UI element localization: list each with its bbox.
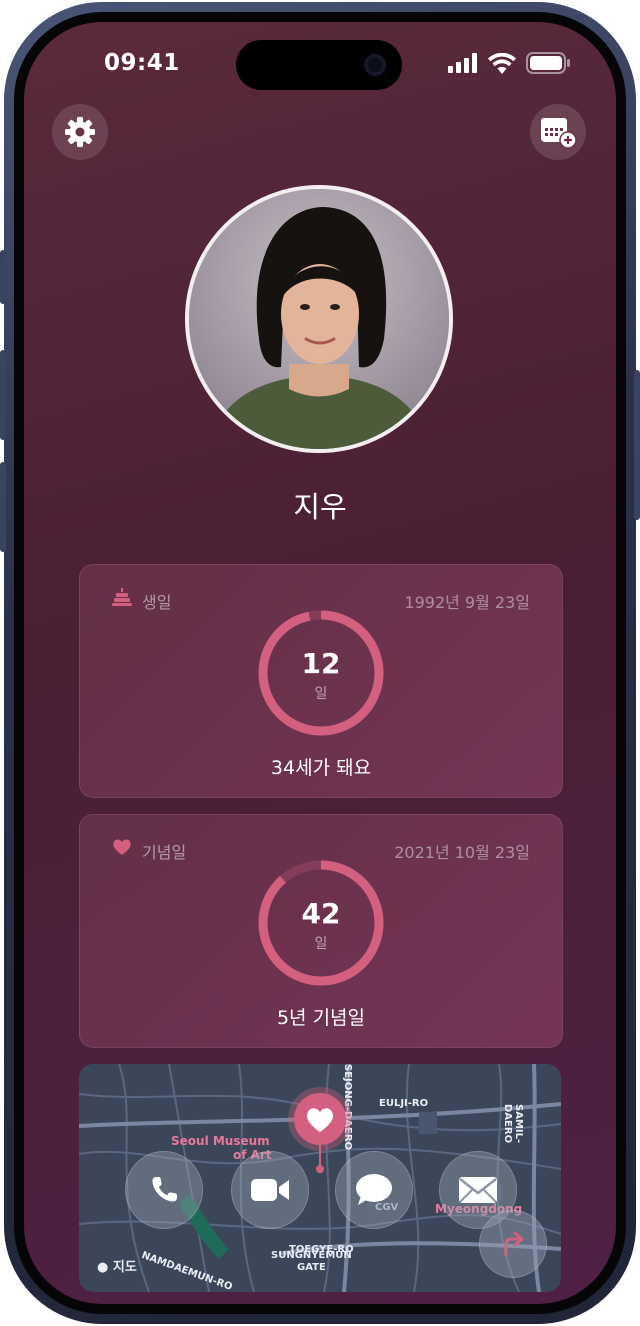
birthday-date: 1992년 9월 23일	[404, 593, 530, 612]
cellular-signal-icon	[448, 53, 477, 73]
maps-brand-text: 지도	[112, 1260, 137, 1275]
volume-up-button	[0, 350, 6, 440]
portrait-photo	[189, 189, 449, 449]
maps-brand-label: ● 지도	[97, 1256, 137, 1275]
map-label-sungnyemun-2: GATE	[297, 1262, 326, 1273]
cake-icon	[112, 588, 132, 606]
message-button[interactable]	[335, 1151, 413, 1229]
birthday-card[interactable]: 생일 1992년 9월 23일 12 일 34세가 돼요	[79, 564, 563, 798]
gear-icon	[65, 117, 95, 147]
map-label-sungnyemun-1: SUNGNYEMUN	[271, 1250, 352, 1261]
battery-icon	[526, 52, 570, 74]
anniversary-subtitle: 5년 기념일	[276, 1007, 366, 1029]
anniversary-days-unit: 일	[314, 936, 328, 952]
birthday-days-unit: 일	[314, 686, 328, 702]
envelope-icon	[459, 1177, 497, 1203]
birthday-days-count: 12	[301, 647, 341, 680]
anniversary-label: 기념일	[142, 843, 187, 862]
video-call-button[interactable]	[231, 1151, 309, 1229]
settings-button[interactable]	[52, 104, 108, 160]
profile-name: 지우	[293, 490, 347, 524]
message-bubble-icon	[356, 1174, 392, 1205]
screen: 09:41 지우 생일 1992년 9월 23일 12 일 34세가 돼요 기념…	[24, 22, 616, 1304]
status-time: 09:41	[104, 50, 180, 76]
directions-button[interactable]	[479, 1210, 547, 1278]
side-button	[634, 370, 640, 520]
map-label-eulji: EULJI-RO	[379, 1098, 429, 1109]
add-event-button[interactable]	[530, 104, 586, 160]
call-button[interactable]	[125, 1151, 203, 1229]
action-button	[0, 250, 6, 304]
phone-icon	[152, 1177, 177, 1202]
map-label-museum-1: Seoul Museum	[171, 1134, 270, 1148]
birthday-subtitle: 34세가 돼요	[270, 757, 372, 779]
heart-icon	[113, 839, 131, 855]
dynamic-island	[236, 40, 402, 90]
directions-arrow-icon	[504, 1231, 524, 1257]
anniversary-days-count: 42	[301, 897, 341, 930]
front-camera	[364, 54, 386, 76]
profile-avatar[interactable]	[185, 185, 453, 453]
map-label-samil: SAMIL-DAERO	[502, 1104, 524, 1144]
birthday-label: 생일	[142, 593, 172, 612]
apple-logo-icon: ●	[97, 1260, 109, 1275]
volume-down-button	[0, 462, 6, 552]
status-icons	[448, 52, 570, 74]
anniversary-card[interactable]: 기념일 2021년 10월 23일 42 일 5년 기념일	[79, 814, 563, 1048]
video-camera-icon	[251, 1179, 289, 1201]
wifi-icon	[488, 52, 516, 74]
anniversary-date: 2021년 10월 23일	[394, 843, 530, 862]
calendar-add-icon	[541, 118, 577, 149]
